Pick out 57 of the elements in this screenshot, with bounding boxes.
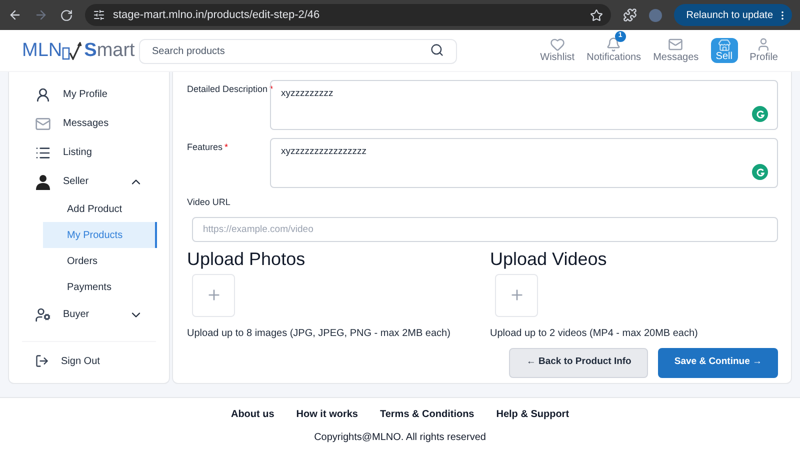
field-label: Video URL (187, 196, 230, 209)
submenu-item[interactable]: My Products (43, 222, 157, 248)
text-area[interactable]: xyzzzzzzzzzzzzzzzz (270, 138, 778, 188)
user-icon (756, 36, 772, 52)
sidebar-item[interactable]: Listing (17, 138, 161, 167)
nav-link[interactable]: Profile (750, 36, 778, 64)
footer-link[interactable]: About us (230, 407, 274, 422)
sidebar-item[interactable]: Seller (17, 167, 161, 196)
nav-link[interactable]: Messages (653, 36, 699, 64)
logo-check-icon (62, 42, 84, 60)
upload-hint: Upload up to 2 videos (MP4 - max 20MB each) (490, 326, 699, 340)
section-heading: Upload Videos (490, 248, 608, 270)
back-button[interactable]: ← Back to Product Info (509, 348, 648, 378)
mail-icon (668, 36, 684, 52)
plus-icon (508, 287, 524, 303)
nav-link[interactable]: Wishlist (540, 36, 575, 64)
list-icon (35, 144, 51, 160)
store-icon (718, 39, 731, 52)
footer-link[interactable]: Help & Support (496, 407, 570, 422)
upload-hint: Upload up to 8 images (JPG, JPEG, PNG - max 2MB each) (187, 326, 452, 340)
search-icon[interactable] (430, 43, 444, 57)
section-heading: Upload Photos (187, 248, 306, 270)
heart-icon (550, 36, 565, 52)
grammar-assistant-icon[interactable] (752, 164, 768, 180)
required-mark: * (224, 141, 228, 154)
url-text: stage-mart.mlno.in/products/edit-step-2/46 (113, 8, 321, 23)
mail-icon (35, 116, 51, 132)
back-icon[interactable] (8, 8, 22, 22)
address-bar[interactable]: stage-mart.mlno.in/products/edit-step-2/46 (85, 4, 612, 26)
sidebar-item[interactable]: Buyer (17, 300, 161, 329)
sidebar-item[interactable]: Messages (17, 109, 161, 138)
sidebar-item[interactable]: My Profile (17, 80, 161, 109)
grammar-assistant-icon[interactable] (752, 106, 768, 122)
field-label: Features (187, 141, 223, 154)
submenu-item[interactable]: Add Product (43, 196, 157, 222)
footer-link[interactable]: Terms & Conditions (380, 407, 474, 422)
search-field[interactable]: Search products (139, 39, 457, 64)
copyright-text: Copyrights@MLNO. All rights reserved (314, 431, 486, 445)
sign-out-button[interactable]: Sign Out (17, 342, 161, 380)
relaunch-button[interactable]: Relaunch to update (674, 4, 792, 26)
reload-icon[interactable] (60, 8, 73, 22)
save-button[interactable]: Save & Continue → (658, 348, 778, 378)
bell-icon (606, 36, 622, 52)
bookmark-icon[interactable] (590, 8, 604, 22)
submenu-item[interactable]: Orders (43, 248, 157, 274)
submenu-item[interactable]: Payments (43, 274, 157, 300)
user-icon (35, 86, 51, 102)
extensions-icon[interactable] (623, 8, 638, 22)
field-label: Detailed Description (187, 83, 268, 96)
person-icon (35, 174, 51, 190)
plus-icon (206, 287, 222, 303)
footer-link[interactable]: How it works (296, 407, 358, 422)
sign-out-icon (35, 354, 49, 368)
logo: MLN Smart (22, 41, 136, 60)
video-url-field[interactable]: https://example.com/video (192, 216, 778, 242)
user-gear-icon (35, 306, 51, 322)
site-info-icon[interactable] (93, 9, 105, 21)
